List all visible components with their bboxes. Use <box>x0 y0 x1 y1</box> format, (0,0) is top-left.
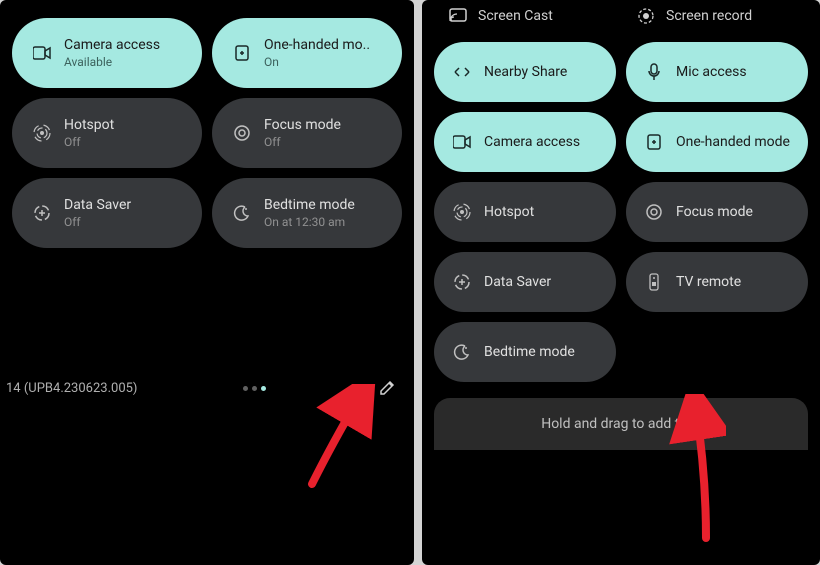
tile-label: Data Saver <box>484 274 551 290</box>
bedtime-icon <box>452 342 472 362</box>
tile-status: Off <box>264 135 341 149</box>
tile-nearby-share[interactable]: Nearby Share <box>434 42 616 102</box>
onehanded-icon <box>644 132 664 152</box>
tile-one-handed-mode[interactable]: One-handed mo.. On <box>212 18 402 88</box>
nearby-icon <box>452 62 472 82</box>
edit-button[interactable] <box>372 373 402 403</box>
add-tiles-hint[interactable]: Hold and drag to add tiles <box>434 398 808 450</box>
tile-one-handed-mode-r[interactable]: One-handed mode <box>626 112 808 172</box>
record-icon <box>636 6 656 26</box>
camera-icon <box>452 132 472 152</box>
header-screen-cast[interactable]: Screen Cast <box>438 0 616 32</box>
dot <box>243 386 248 391</box>
datasaver-icon <box>32 203 52 223</box>
mic-icon <box>644 62 664 82</box>
tile-data-saver-r[interactable]: Data Saver <box>434 252 616 312</box>
hotspot-icon <box>452 202 472 222</box>
quick-settings-panel-right: Screen Cast Screen record Nearby Share <box>422 0 820 565</box>
camera-icon <box>32 43 52 63</box>
datasaver-icon <box>452 272 472 292</box>
tile-camera-access-r[interactable]: Camera access <box>434 112 616 172</box>
header-label: Screen record <box>666 8 752 24</box>
tile-label: Data Saver <box>64 197 131 213</box>
tile-label: Mic access <box>676 64 747 80</box>
tile-label: One-handed mode <box>676 134 790 150</box>
header-screen-record[interactable]: Screen record <box>626 0 804 32</box>
bedtime-icon <box>232 203 252 223</box>
tile-hotspot[interactable]: Hotspot Off <box>12 98 202 168</box>
tile-camera-access[interactable]: Camera access Available <box>12 18 202 88</box>
pencil-icon <box>379 380 395 396</box>
onehanded-icon <box>232 43 252 63</box>
tile-label: One-handed mo.. <box>264 37 370 53</box>
hotspot-icon <box>32 123 52 143</box>
tile-data-saver[interactable]: Data Saver Off <box>12 178 202 248</box>
version-text: 14 (UPB4.230623.005) <box>6 381 137 396</box>
dot <box>252 386 257 391</box>
panel-footer: 14 (UPB4.230623.005) <box>6 373 402 403</box>
focus-icon <box>644 202 664 222</box>
tile-label: Bedtime mode <box>264 197 355 213</box>
hint-text: Hold and drag to add tiles <box>541 416 701 432</box>
tile-status: On at 12:30 am <box>264 215 355 229</box>
tile-label: Focus mode <box>676 204 753 220</box>
tile-bedtime-mode[interactable]: Bedtime mode On at 12:30 am <box>212 178 402 248</box>
tile-bedtime-mode-r[interactable]: Bedtime mode <box>434 322 616 382</box>
tile-label: Nearby Share <box>484 64 567 80</box>
tile-label: Focus mode <box>264 117 341 133</box>
tile-label: Hotspot <box>64 117 114 133</box>
tile-focus-mode[interactable]: Focus mode Off <box>212 98 402 168</box>
tile-tv-remote[interactable]: TV remote <box>626 252 808 312</box>
tile-label: TV remote <box>676 274 741 290</box>
tile-label: Hotspot <box>484 204 534 220</box>
tile-label: Camera access <box>484 134 580 150</box>
cast-icon <box>448 6 468 26</box>
tile-status: Off <box>64 135 114 149</box>
tile-status: On <box>264 55 370 69</box>
tvremote-icon <box>644 272 664 292</box>
tile-label: Bedtime mode <box>484 344 575 360</box>
quick-settings-panel-left: Camera access Available One-handed mo.. … <box>0 0 414 565</box>
dot-active <box>261 386 266 391</box>
tile-focus-mode-r[interactable]: Focus mode <box>626 182 808 242</box>
focus-icon <box>232 123 252 143</box>
page-indicator[interactable] <box>243 386 266 391</box>
header-label: Screen Cast <box>478 8 553 24</box>
tile-status: Available <box>64 55 160 69</box>
tile-mic-access[interactable]: Mic access <box>626 42 808 102</box>
tile-hotspot-r[interactable]: Hotspot <box>434 182 616 242</box>
tile-status: Off <box>64 215 131 229</box>
tile-label: Camera access <box>64 37 160 53</box>
